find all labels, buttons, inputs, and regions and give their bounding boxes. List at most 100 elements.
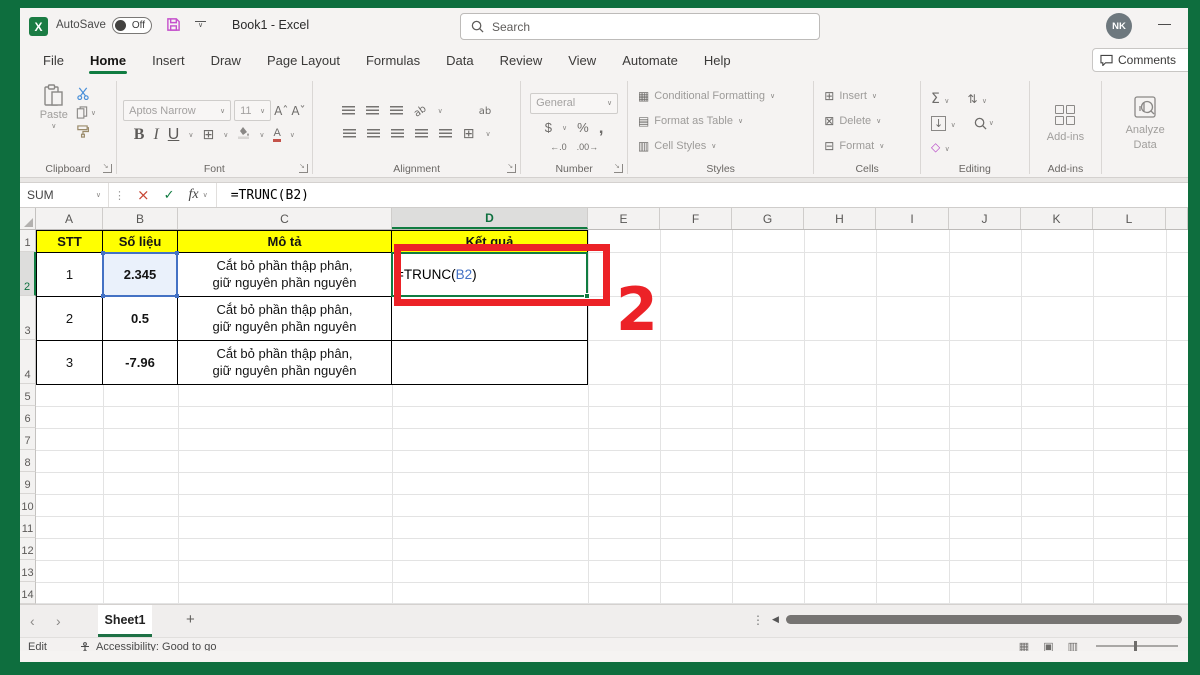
cancel-entry-icon[interactable]: ×	[130, 186, 157, 204]
number-format-combo[interactable]: General∨	[530, 93, 618, 114]
cell-b3[interactable]: 0.5	[103, 297, 178, 341]
page-break-view-icon[interactable]: ▥	[1068, 640, 1078, 651]
prev-sheet-icon[interactable]: ‹	[30, 613, 35, 629]
column-header-g[interactable]: G	[732, 208, 804, 229]
grow-font-icon[interactable]: Aˆ	[274, 104, 288, 118]
insert-function-icon[interactable]: fx	[181, 187, 202, 203]
excel-app-icon[interactable]: X	[29, 17, 48, 36]
borders-icon[interactable]: ⊞	[202, 127, 214, 143]
align-center-icon[interactable]	[367, 129, 380, 139]
row-header[interactable]: 10	[20, 494, 36, 516]
tab-formulas[interactable]: Formulas	[355, 46, 431, 77]
search-input[interactable]: Search	[460, 13, 820, 40]
row-header[interactable]: 1	[20, 230, 36, 252]
clear-icon[interactable]: ◇	[931, 140, 940, 154]
column-header-i[interactable]: I	[876, 208, 949, 229]
font-color-icon[interactable]: A	[273, 128, 280, 142]
tab-data[interactable]: Data	[435, 46, 484, 77]
tab-draw[interactable]: Draw	[200, 46, 252, 77]
fill-down-icon[interactable]: ↓	[931, 116, 946, 131]
column-header-h[interactable]: H	[804, 208, 876, 229]
cell-a2[interactable]: 1	[36, 253, 103, 297]
tab-page-layout[interactable]: Page Layout	[256, 46, 351, 77]
format-cells-button[interactable]: ⊟Format∨	[824, 136, 884, 156]
cell-b2[interactable]: 2.345	[103, 253, 178, 297]
cell-styles-button[interactable]: ▥Cell Styles∨	[638, 136, 716, 156]
alignment-launcher-icon[interactable]: ↘	[507, 164, 516, 173]
cut-icon[interactable]	[76, 87, 90, 100]
copy-icon[interactable]	[76, 106, 88, 119]
underline-button[interactable]: U	[168, 126, 180, 144]
bold-button[interactable]: B	[134, 126, 145, 144]
increase-indent-icon[interactable]	[439, 129, 452, 139]
formula-input[interactable]: =TRUNC(B2)	[231, 188, 309, 203]
row-header[interactable]: 11	[20, 516, 36, 538]
tab-view[interactable]: View	[557, 46, 607, 77]
tab-insert[interactable]: Insert	[141, 46, 196, 77]
column-header-a[interactable]: A	[36, 208, 103, 229]
horizontal-scrollbar[interactable]	[786, 615, 1182, 624]
wrap-text-icon[interactable]: ab	[479, 106, 491, 117]
enter-entry-icon[interactable]: ✓	[157, 188, 182, 203]
cell-a4[interactable]: 3	[36, 341, 103, 385]
increase-decimal-icon[interactable]: ←.0	[550, 142, 567, 152]
scrollbar-grip-icon[interactable]: ⋮	[752, 613, 764, 627]
percent-icon[interactable]: %	[577, 120, 589, 135]
currency-icon[interactable]: $	[545, 120, 552, 135]
decrease-decimal-icon[interactable]: .00→	[577, 142, 599, 152]
tab-home[interactable]: Home	[79, 46, 137, 77]
row-header[interactable]: 3	[20, 296, 36, 340]
cell-a3[interactable]: 2	[36, 297, 103, 341]
accessibility-status[interactable]: Accessibility: Good to go	[80, 641, 216, 651]
align-left-icon[interactable]	[343, 129, 356, 139]
column-header-k[interactable]: K	[1021, 208, 1093, 229]
cell-d4[interactable]	[392, 341, 588, 385]
align-top-icon[interactable]	[342, 106, 355, 116]
cell-a1[interactable]: STT	[36, 230, 103, 253]
cell-c3[interactable]: Cắt bỏ phần thập phân,giữ nguyên phần ng…	[178, 297, 392, 341]
column-header-d[interactable]: D	[392, 208, 588, 229]
cell-c1[interactable]: Mô tả	[178, 230, 392, 253]
comments-button[interactable]: Comments	[1092, 48, 1188, 72]
shrink-font-icon[interactable]: Aˇ	[291, 104, 305, 118]
next-sheet-icon[interactable]: ›	[56, 613, 61, 629]
row-header[interactable]: 5	[20, 384, 36, 406]
cell-b1[interactable]: Số liệu	[103, 230, 178, 253]
row-header[interactable]: 8	[20, 450, 36, 472]
column-header-e[interactable]: E	[588, 208, 660, 229]
delete-cells-button[interactable]: ⊠Delete∨	[824, 111, 881, 131]
save-icon[interactable]	[166, 17, 181, 37]
format-painter-icon[interactable]	[76, 125, 89, 138]
scroll-left-icon[interactable]: ◀	[772, 615, 779, 625]
tab-review[interactable]: Review	[489, 46, 554, 77]
normal-view-icon[interactable]: ▦	[1019, 640, 1029, 651]
row-header[interactable]: 6	[20, 406, 36, 428]
row-header[interactable]: 2	[20, 252, 36, 296]
column-header-c[interactable]: C	[178, 208, 392, 229]
font-size-combo[interactable]: 11∨	[234, 100, 271, 121]
customize-toolbar-icon[interactable]: ∨	[195, 21, 206, 30]
cell-d1[interactable]: Kết quả	[392, 230, 588, 253]
cell-d2-active[interactable]: =TRUNC(B2)	[392, 253, 588, 297]
find-select-icon[interactable]	[974, 117, 987, 130]
cell-c2[interactable]: Cắt bỏ phần thập phân,giữ nguyên phần ng…	[178, 253, 392, 297]
column-header-b[interactable]: B	[103, 208, 178, 229]
addins-icon[interactable]	[1055, 105, 1075, 125]
merge-center-icon[interactable]: ⊞	[463, 126, 475, 142]
add-sheet-icon[interactable]: +	[186, 611, 195, 628]
tab-help[interactable]: Help	[693, 46, 742, 77]
decrease-indent-icon[interactable]	[415, 129, 428, 139]
row-header[interactable]: 14	[20, 582, 36, 604]
align-bottom-icon[interactable]	[390, 106, 403, 116]
paste-button[interactable]: Paste ∨	[40, 84, 68, 160]
cell-b4[interactable]: -7.96	[103, 341, 178, 385]
autosum-icon[interactable]: Σ	[931, 91, 940, 107]
number-launcher-icon[interactable]: ↘	[614, 164, 623, 173]
insert-cells-button[interactable]: ⊞Insert∨	[824, 86, 877, 106]
cell-d3[interactable]	[392, 297, 588, 341]
format-as-table-button[interactable]: ▤Format as Table∨	[638, 111, 743, 131]
italic-button[interactable]: I	[153, 126, 158, 144]
analyze-data-icon[interactable]	[1134, 96, 1156, 118]
row-header[interactable]: 13	[20, 560, 36, 582]
row-header[interactable]: 9	[20, 472, 36, 494]
